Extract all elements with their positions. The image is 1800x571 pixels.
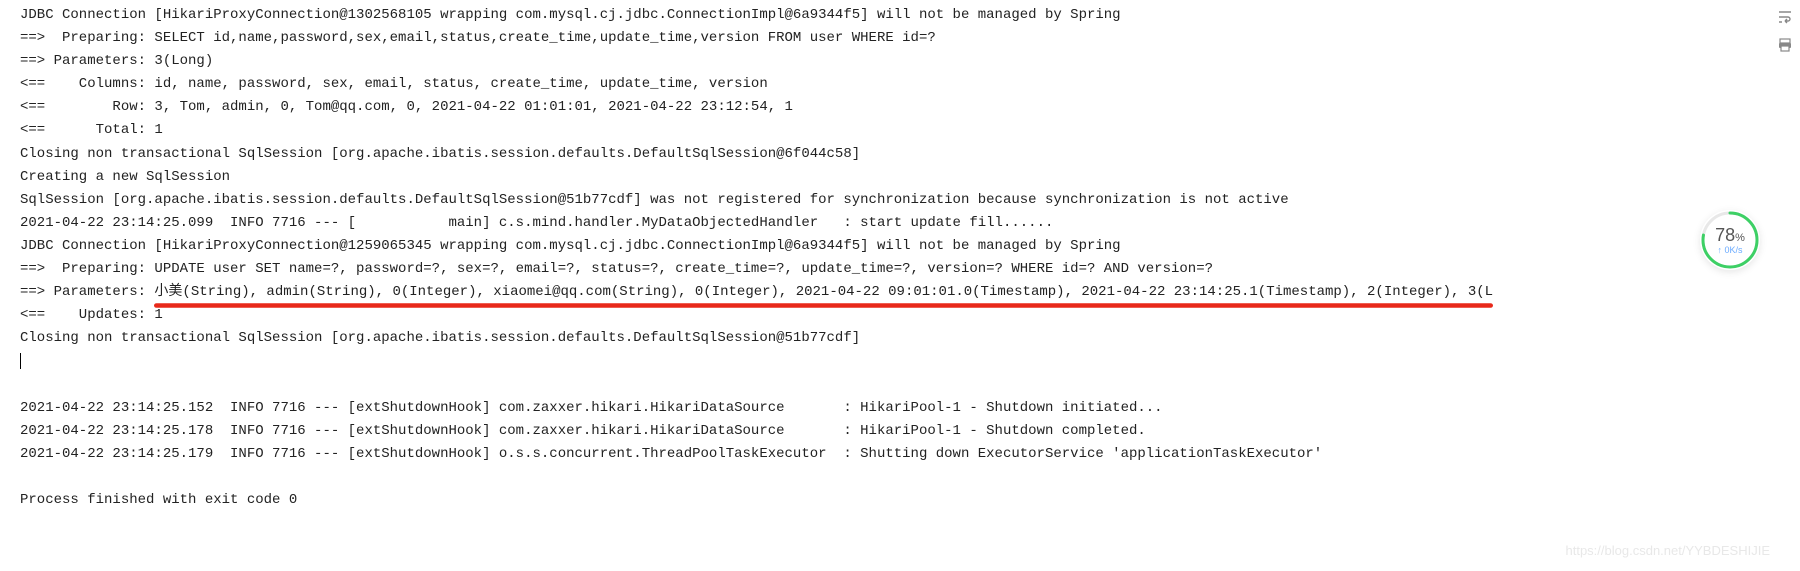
highlighted-log-line: ==> Parameters: 小美(String), admin(String… [20, 281, 1780, 304]
log-line [20, 374, 1780, 397]
log-line: Closing non transactional SqlSession [or… [20, 143, 1780, 166]
log-line: <== Columns: id, name, password, sex, em… [20, 73, 1780, 96]
speed-badge[interactable]: 78% ↑ 0K/s [1700, 210, 1760, 270]
log-line [20, 466, 1780, 489]
log-line: Process finished with exit code 0 [20, 489, 1780, 512]
log-line: <== Row: 3, Tom, admin, 0, Tom@qq.com, 0… [20, 96, 1780, 119]
log-line: Creating a new SqlSession [20, 166, 1780, 189]
log-line: <== Total: 1 [20, 119, 1780, 142]
log-line: ==> Preparing: UPDATE user SET name=?, p… [20, 258, 1780, 281]
text-cursor [20, 353, 21, 369]
param-prefix: ==> Parameters: [20, 284, 154, 300]
log-line: 2021-04-22 23:14:25.179 INFO 7716 --- [e… [20, 443, 1780, 466]
highlighted-params: 小美(String), admin(String), 0(Integer), x… [154, 281, 1493, 304]
progress-ring [1700, 210, 1760, 270]
watermark-text: https://blog.csdn.net/YYBDESHIJIE [1566, 540, 1771, 561]
right-toolbar [1776, 8, 1794, 54]
log-line: ==> Preparing: SELECT id,name,password,s… [20, 27, 1780, 50]
log-line: JDBC Connection [HikariProxyConnection@1… [20, 4, 1780, 27]
log-line: 2021-04-22 23:14:25.152 INFO 7716 --- [e… [20, 397, 1780, 420]
console-output[interactable]: JDBC Connection [HikariProxyConnection@1… [20, 4, 1780, 512]
log-line: 2021-04-22 23:14:25.099 INFO 7716 --- [ … [20, 212, 1780, 235]
log-line: SqlSession [org.apache.ibatis.session.de… [20, 189, 1780, 212]
soft-wrap-icon[interactable] [1776, 8, 1794, 26]
log-line: ==> Parameters: 3(Long) [20, 50, 1780, 73]
print-icon[interactable] [1776, 36, 1794, 54]
log-line: Closing non transactional SqlSession [or… [20, 327, 1780, 350]
log-line: 2021-04-22 23:14:25.178 INFO 7716 --- [e… [20, 420, 1780, 443]
log-line: JDBC Connection [HikariProxyConnection@1… [20, 235, 1780, 258]
text-cursor-line[interactable] [20, 350, 1780, 373]
